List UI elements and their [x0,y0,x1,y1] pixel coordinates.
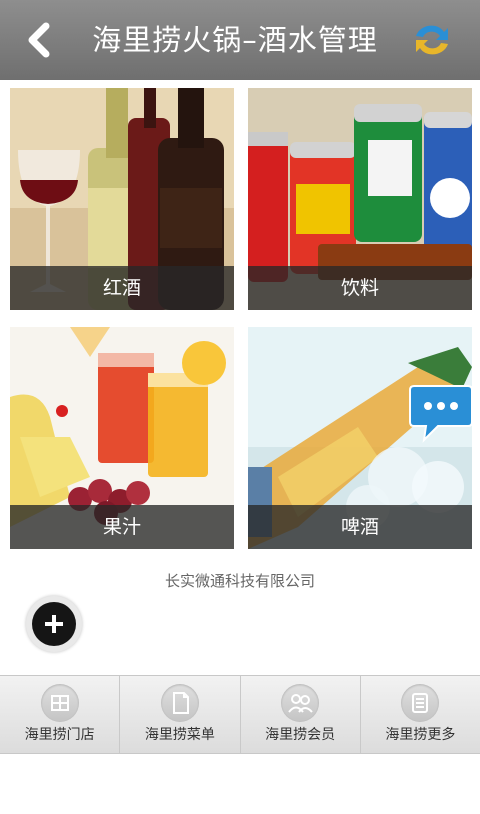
add-button[interactable] [26,596,82,652]
category-label: 红酒 [10,266,234,310]
page-title: 海里捞火锅–酒水管理 [92,23,378,57]
back-arrow-icon[interactable] [22,20,58,60]
tab-label: 海里捞更多 [385,727,456,743]
category-tile-juice[interactable]: 果汁 [10,327,234,549]
plus-icon [32,602,76,646]
bottom-tab-bar: 海里捞门店 海里捞菜单 海里捞会员 海里捞更多 [0,675,480,754]
tab-members[interactable]: 海里捞会员 [241,676,361,753]
tab-store[interactable]: 海里捞门店 [0,676,121,753]
company-name: 长实微通科技有限公司 [164,572,315,590]
chat-bubble-icon[interactable] [408,382,474,444]
tab-label: 海里捞菜单 [144,727,215,743]
tab-label: 海里捞会员 [265,727,336,743]
store-icon [40,684,79,722]
title-bar: 海里捞火锅–酒水管理 [0,0,480,80]
refresh-icon[interactable] [410,18,454,62]
category-label: 啤酒 [248,505,472,549]
category-label: 果汁 [10,505,234,549]
menu-document-icon [160,684,199,722]
tab-label: 海里捞门店 [24,727,95,743]
category-label: 饮料 [248,266,472,310]
tab-menu[interactable]: 海里捞菜单 [120,676,241,753]
category-tile-red-wine[interactable]: 红酒 [10,88,234,310]
more-list-icon [401,684,440,722]
category-tile-drinks[interactable]: 饮料 [248,88,472,310]
members-icon [281,684,320,722]
tab-more[interactable]: 海里捞更多 [361,676,480,753]
